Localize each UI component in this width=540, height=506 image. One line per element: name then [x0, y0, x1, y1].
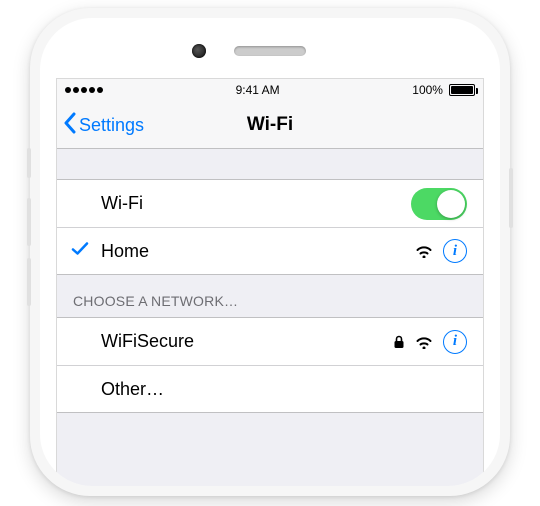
wifi-signal-icon: [415, 335, 433, 349]
phone-frame: 9:41 AM 100% Settings: [30, 8, 510, 496]
other-network-row[interactable]: Other…: [57, 365, 483, 413]
nav-bar: Settings Wi-Fi: [57, 101, 483, 149]
wifi-signal-icon: [415, 244, 433, 258]
front-camera: [192, 44, 206, 58]
volume-up-button: [27, 198, 31, 246]
network-name: WiFiSecure: [101, 331, 393, 352]
wifi-switch[interactable]: [411, 188, 467, 220]
screen: 9:41 AM 100% Settings: [56, 78, 484, 486]
back-button[interactable]: Settings: [63, 101, 144, 149]
cellular-signal-icon: [65, 87, 103, 93]
battery-icon: [449, 84, 475, 96]
other-label: Other…: [101, 379, 467, 400]
wifi-toggle-row: Wi-Fi: [57, 179, 483, 227]
connected-network-row[interactable]: Home i: [57, 227, 483, 275]
page-title: Wi-Fi: [247, 114, 293, 136]
mute-switch: [27, 148, 31, 178]
status-bar: 9:41 AM 100%: [57, 79, 483, 101]
choose-network-header: CHOOSE A NETWORK…: [57, 275, 483, 317]
battery-percentage: 100%: [412, 83, 443, 97]
chevron-left-icon: [63, 112, 77, 139]
info-button[interactable]: i: [443, 330, 467, 354]
back-label: Settings: [79, 115, 144, 136]
checkmark-icon: [71, 240, 89, 263]
power-button: [509, 168, 513, 228]
volume-down-button: [27, 258, 31, 306]
earpiece-speaker: [234, 46, 306, 56]
network-row[interactable]: WiFiSecure: [57, 317, 483, 365]
wifi-toggle-label: Wi-Fi: [101, 193, 411, 214]
info-button[interactable]: i: [443, 239, 467, 263]
status-time: 9:41 AM: [236, 83, 280, 97]
lock-icon: [393, 335, 405, 349]
connected-network-name: Home: [101, 241, 415, 262]
